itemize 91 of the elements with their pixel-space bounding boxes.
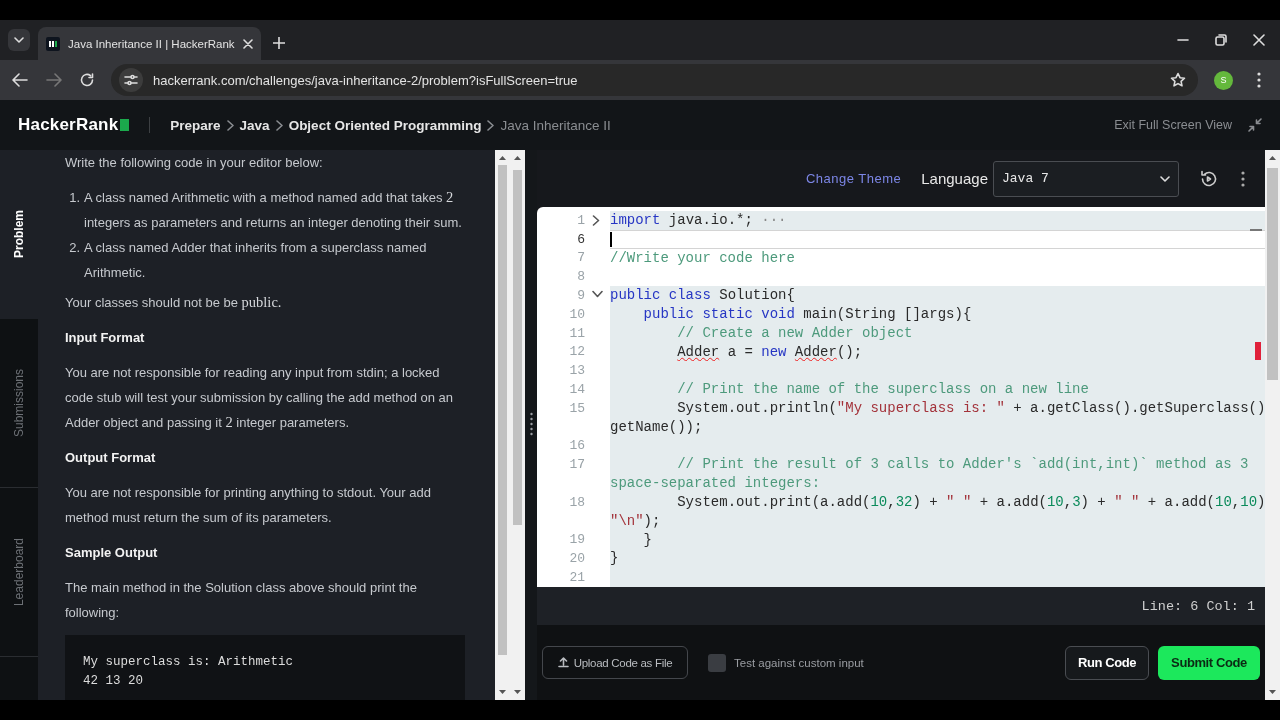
language-label: Language (921, 170, 988, 187)
arrow-up-icon[interactable] (514, 156, 521, 160)
change-theme-link[interactable]: Change Theme (805, 171, 902, 186)
breadcrumb-link[interactable]: Object Oriented Programming (288, 117, 482, 133)
grip-icon[interactable] (529, 412, 533, 438)
line-number: 17 (568, 457, 585, 473)
scrollbar-thumb[interactable] (1267, 168, 1278, 380)
new-tab-icon[interactable] (272, 37, 285, 49)
cursor-ruler-mark (1250, 229, 1262, 231)
submit-code-button[interactable]: Submit Code (1158, 645, 1260, 680)
line-number: 7 (576, 250, 585, 266)
line-number: 9 (576, 288, 585, 304)
line-number: 16 (568, 438, 585, 454)
paragraph: You are not responsible for reading any input from stdin; a locked code stub will test your submission by calling the add method on an Adder object and passing it 2 integer parameters. (65, 364, 455, 432)
logo-text[interactable]: HackerRank (18, 115, 119, 135)
star-icon[interactable] (1170, 72, 1186, 88)
side-tab[interactable]: Problem (0, 150, 38, 319)
sample-output-line: My superclass is: Arithmetic (83, 654, 295, 671)
history-icon[interactable] (1199, 168, 1219, 189)
line-number: 14 (568, 382, 585, 398)
upload-button[interactable]: Upload Code as File (542, 646, 688, 679)
code-editor[interactable] (537, 207, 1265, 587)
checkbox[interactable] (708, 653, 726, 672)
line-number: 11 (568, 325, 585, 341)
section-heading: Input Format (65, 329, 146, 347)
error-marker (1255, 342, 1261, 360)
arrow-down-icon[interactable] (1269, 690, 1276, 694)
sample-output-line: 42 13 20 (83, 673, 144, 690)
arrow-down-icon[interactable] (514, 690, 521, 694)
logo-mark-icon (120, 119, 130, 131)
line-number: 15 (568, 400, 585, 416)
reload-icon[interactable] (80, 73, 94, 87)
arrow-up-icon[interactable] (499, 156, 506, 160)
url-text: hackerrank.com/challenges/java-inheritance-2/problem?isFullScreen=true (153, 72, 579, 88)
close-icon[interactable] (1253, 34, 1265, 46)
paragraph: Your classes should not be be public. (65, 293, 283, 312)
text-cursor (610, 231, 612, 247)
close-icon[interactable] (242, 38, 253, 49)
line-number: 8 (576, 269, 585, 285)
site-info-icon[interactable] (119, 68, 143, 92)
line-number: 20 (568, 551, 585, 567)
line-number: 1 (576, 212, 585, 228)
code-line: //Write your code here (610, 248, 796, 268)
line-number: 18 (568, 494, 585, 510)
more-icon[interactable] (1241, 170, 1245, 187)
breadcrumb-link[interactable]: Java (239, 117, 270, 133)
back-icon[interactable] (12, 73, 28, 87)
tab-title: Java Inheritance II | HackerRank (68, 37, 235, 50)
scrollbar[interactable] (495, 150, 525, 700)
collapse-icon[interactable] (1248, 118, 1262, 132)
line-number: 13 (568, 363, 585, 379)
address-bar[interactable]: hackerrank.com/challenges/java-inheritance-2/problem?isFullScreen=true (111, 64, 1198, 96)
chevron-right-icon (275, 119, 283, 131)
breadcrumb-link[interactable]: Prepare (170, 117, 221, 133)
chevron-right-icon[interactable] (592, 215, 600, 226)
forward-icon[interactable] (46, 73, 62, 87)
restore-icon[interactable] (1215, 34, 1227, 46)
line-number: 21 (568, 570, 585, 586)
list-number: 2. (68, 239, 81, 257)
list-item-text: A class named Arithmetic with a method named add that takes 2 integers as parameters and returns an integer denoting their sum. (84, 188, 463, 232)
list-item-text: A class named Adder that inherits from a superclass named Arithmetic. (84, 239, 428, 282)
line-number: 6 (576, 231, 585, 247)
checkbox-label: Test against custom input (734, 656, 864, 669)
line-number: 10 (568, 306, 585, 322)
cursor-position: Line: 6 Col: 1 (537, 587, 1265, 625)
scrollbar-thumb[interactable] (498, 165, 507, 655)
section-heading: Output Format (65, 449, 157, 467)
paragraph: You are not responsible for printing anything to stdout. Your add method must return the sum of its parameters. (65, 484, 432, 527)
line-number: 19 (568, 532, 585, 548)
section-heading: Sample Output (65, 544, 159, 562)
chevron-down-icon[interactable] (592, 290, 603, 299)
scrollbar[interactable] (1265, 150, 1280, 700)
chevron-right-icon (487, 119, 495, 131)
chevron-right-icon (226, 119, 234, 131)
upload-icon (557, 657, 569, 668)
breadcrumb-current: Java Inheritance II (500, 117, 611, 133)
browser-tab[interactable]: Java Inheritance II | HackerRank (38, 27, 261, 60)
paragraph: The main method in the Solution class above should print the following: (65, 579, 418, 622)
tab-list-button[interactable] (8, 29, 30, 51)
scrollbar-thumb[interactable] (513, 170, 522, 525)
list-number: 1. (68, 189, 81, 207)
menu-icon[interactable] (1257, 72, 1261, 88)
run-code-button[interactable]: Run Code (1065, 645, 1149, 680)
favicon-icon (46, 36, 60, 51)
line-number: 12 (568, 344, 585, 360)
arrow-up-icon[interactable] (1269, 156, 1276, 160)
exit-full-screen-link[interactable]: Exit Full Screen View (1114, 118, 1232, 132)
language-select[interactable]: Java 7 (993, 160, 1179, 197)
chevron-down-icon (1160, 175, 1170, 182)
paragraph: Write the following code in your editor below: (65, 154, 324, 172)
arrow-down-icon[interactable] (499, 690, 506, 694)
